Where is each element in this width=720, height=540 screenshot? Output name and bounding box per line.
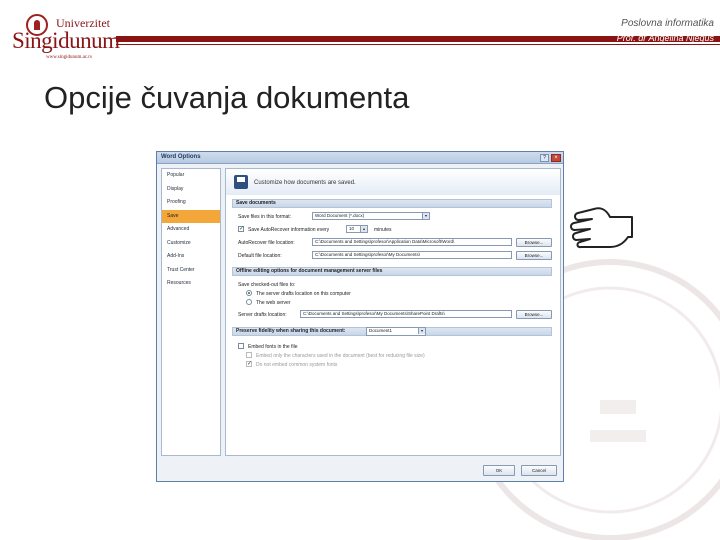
professor-name: Prof. dr Angelina Njeguš (616, 33, 714, 43)
content-heading: Customize how documents are saved. (254, 180, 356, 186)
web-server-radio[interactable] (246, 299, 252, 305)
nav-item-resources[interactable]: Resources (162, 277, 220, 291)
drafts-browse-button[interactable]: Browse... (516, 310, 552, 319)
format-select[interactable]: Word Document (*.docx) ▾ (312, 212, 430, 220)
nav-item-save[interactable]: Save (162, 209, 220, 223)
spinner-icon: ▴ (360, 226, 367, 232)
default-browse-button[interactable]: Browse... (516, 251, 552, 260)
save-to-label: Save checked-out files to: (238, 282, 296, 288)
default-location-input[interactable]: C:\Documents and Settings\profesor\My Do… (312, 251, 512, 259)
minutes-label: minutes (374, 227, 392, 233)
header-rule (116, 44, 720, 45)
embed-chars-label: Embed only the characters used in the do… (256, 353, 425, 359)
nav-item-advanced[interactable]: Advanced (162, 223, 220, 237)
logo-name-text: Singidunum (12, 28, 120, 53)
dialog-title: Word Options (161, 154, 201, 160)
nav-item-trust-center[interactable]: Trust Center (162, 264, 220, 278)
server-drafts-radio[interactable] (246, 290, 252, 296)
autorecover-minutes-input[interactable]: 10 ▴ (346, 225, 368, 233)
word-options-dialog: Word Options ? × Popular Display Proofin… (156, 151, 564, 482)
close-button[interactable]: × (551, 154, 561, 162)
content-header: Customize how documents are saved. (226, 169, 560, 195)
format-value: Word Document (*.docx) (315, 213, 365, 218)
server-drafts-label: The server drafts location on this compu… (256, 291, 351, 297)
course-name: Poslovna informatika (621, 18, 714, 29)
autorecover-value: 10 (349, 226, 355, 231)
pointing-hand-icon (570, 207, 633, 249)
fidelity-document-value: Document1 (369, 328, 393, 333)
embed-fonts-label: Embed fonts in the file (248, 344, 298, 350)
ok-button[interactable]: OK (483, 465, 515, 476)
embed-fonts-checkbox[interactable] (238, 343, 244, 349)
nav-item-customize[interactable]: Customize (162, 237, 220, 251)
autorecover-checkbox[interactable] (238, 225, 244, 232)
web-server-label: The web server (256, 300, 291, 306)
no-common-fonts-checkbox[interactable] (246, 360, 252, 367)
nav-item-add-ins[interactable]: Add-Ins (162, 250, 220, 264)
autorecover-browse-button[interactable]: Browse... (516, 238, 552, 247)
logo-url-text: www.singidunum.ac.rs (46, 55, 92, 60)
autorecover-location-input[interactable]: C:\Documents and Settings\profesor\Appli… (312, 238, 512, 246)
format-label: Save files in this format: (238, 214, 292, 220)
default-location-label: Default file location: (238, 253, 282, 259)
chevron-down-icon: ▾ (418, 328, 425, 334)
options-nav: Popular Display Proofing Save Advanced C… (161, 168, 221, 456)
section-offline-editing: Offline editing options for document man… (232, 267, 552, 276)
autorecover-location-label: AutoRecover file location: (238, 240, 295, 246)
drafts-location-input[interactable]: C:\Documents and Settings\profesor\My Do… (300, 310, 512, 318)
dialog-title-bar: Word Options ? × (157, 152, 563, 164)
section-save-documents: Save documents (232, 199, 552, 208)
floppy-disk-icon (234, 175, 248, 189)
chevron-down-icon: ▾ (422, 213, 429, 219)
embed-chars-checkbox[interactable] (246, 352, 252, 358)
fidelity-document-select[interactable]: Document1 ▾ (366, 327, 426, 336)
university-logo: Univerzitet Singidunum www.singidunum.ac… (12, 14, 122, 60)
options-content: Customize how documents are saved. Save … (225, 168, 561, 456)
no-common-fonts-label: Do not embed common system fonts (256, 362, 338, 368)
slide-title: Opcije čuvanja dokumenta (44, 80, 410, 115)
fidelity-title: Preserve fidelity when sharing this docu… (236, 328, 346, 334)
help-button[interactable]: ? (540, 154, 549, 162)
nav-item-display[interactable]: Display (162, 183, 220, 197)
nav-item-proofing[interactable]: Proofing (162, 196, 220, 210)
nav-item-popular[interactable]: Popular (162, 169, 220, 183)
drafts-location-label: Server drafts location: (238, 312, 287, 318)
cancel-button[interactable]: Cancel (521, 465, 557, 476)
autorecover-label: Save AutoRecover information every (248, 227, 330, 233)
